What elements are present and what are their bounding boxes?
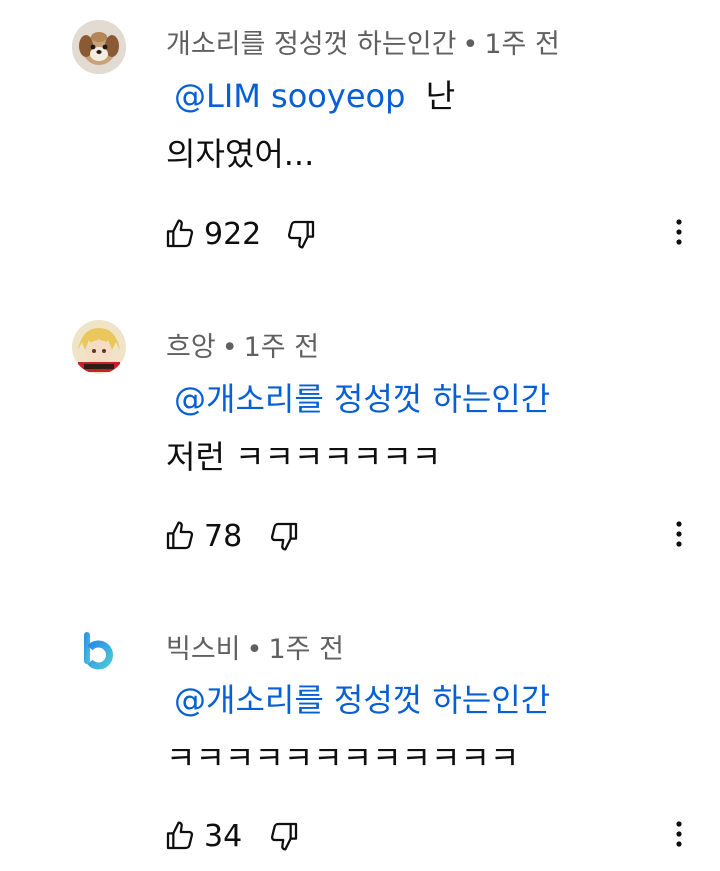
like-count: 34 (204, 818, 243, 854)
separator-dot: • (246, 634, 263, 665)
mention-link[interactable]: @개소리를 정성껏 하는인간 (174, 681, 550, 719)
timestamp: 1주 전 (268, 634, 344, 665)
comment-actions: 34 (162, 816, 302, 856)
comment-line-2: ㅋㅋㅋㅋㅋㅋㅋㅋㅋㅋㅋㅋ (166, 739, 520, 777)
comment-line-1: @개소리를 정성껏 하는인간 (166, 671, 550, 729)
avatar[interactable] (72, 622, 126, 676)
thumbs-up-icon (166, 821, 194, 850)
comment-item: 빅스비 • 1주 전 @개소리를 정성껏 하는인간 ㅋㅋㅋㅋㅋㅋㅋㅋㅋㅋㅋㅋ 34 (0, 0, 720, 871)
comment-meta: 빅스비 • 1주 전 (166, 627, 344, 666)
bixby-logo-icon (72, 622, 126, 676)
like-button[interactable] (162, 818, 198, 854)
more-options-button[interactable] (664, 814, 694, 854)
dislike-button[interactable] (266, 818, 302, 854)
comment-text: @개소리를 정성껏 하는인간 ㅋㅋㅋㅋㅋㅋㅋㅋㅋㅋㅋㅋ (166, 671, 550, 787)
more-vert-icon (676, 821, 682, 847)
thumbs-down-icon (270, 822, 298, 851)
author-name[interactable]: 빅스비 (166, 634, 241, 665)
